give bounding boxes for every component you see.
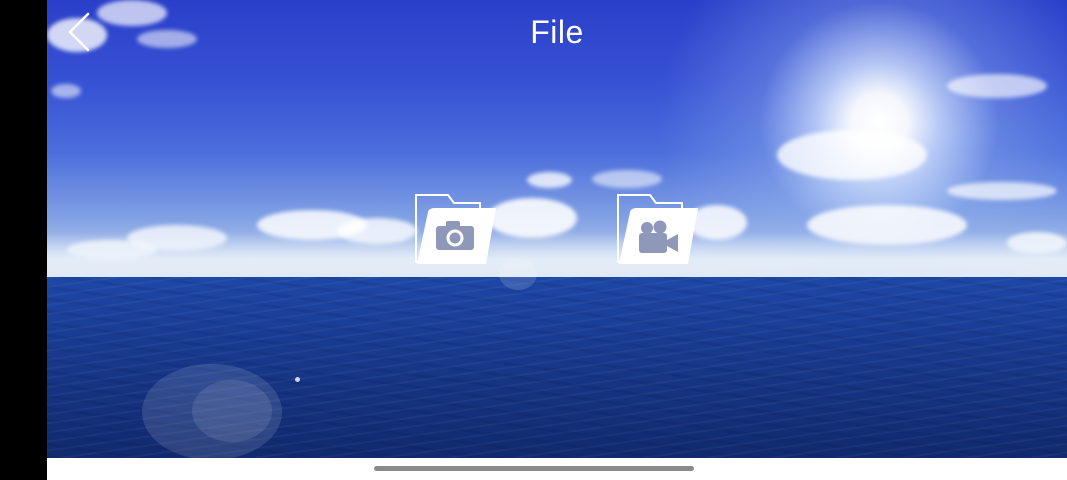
page-title: File	[530, 14, 584, 50]
chevron-left-icon	[68, 12, 90, 52]
video-folder-button[interactable]	[616, 192, 700, 266]
video-camera-folder-icon	[617, 194, 698, 264]
background-scene	[47, 0, 1067, 458]
back-button[interactable]	[62, 10, 102, 54]
file-screen: File	[0, 0, 1067, 480]
left-bezel	[0, 0, 47, 480]
camera-folder-icon	[415, 194, 496, 264]
photo-folder-button[interactable]	[414, 192, 498, 266]
home-indicator[interactable]	[374, 466, 694, 471]
